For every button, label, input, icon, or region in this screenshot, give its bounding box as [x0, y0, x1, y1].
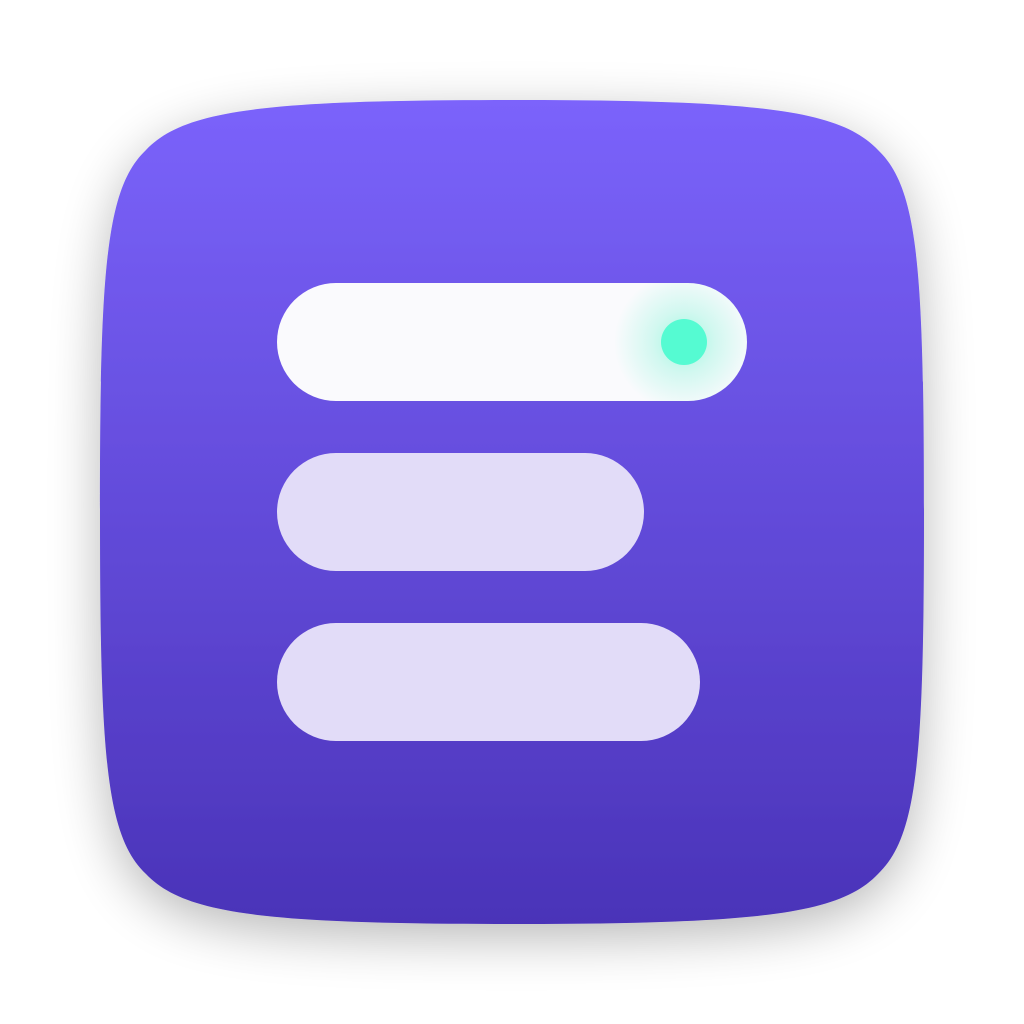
status-dot-icon — [661, 319, 707, 365]
menu-bar-secondary-short — [277, 453, 644, 571]
menu-bar-secondary-medium — [277, 623, 700, 741]
menu-bar-primary — [277, 283, 747, 401]
app-icon-canvas — [0, 0, 1024, 1024]
app-icon-svg — [100, 100, 924, 924]
